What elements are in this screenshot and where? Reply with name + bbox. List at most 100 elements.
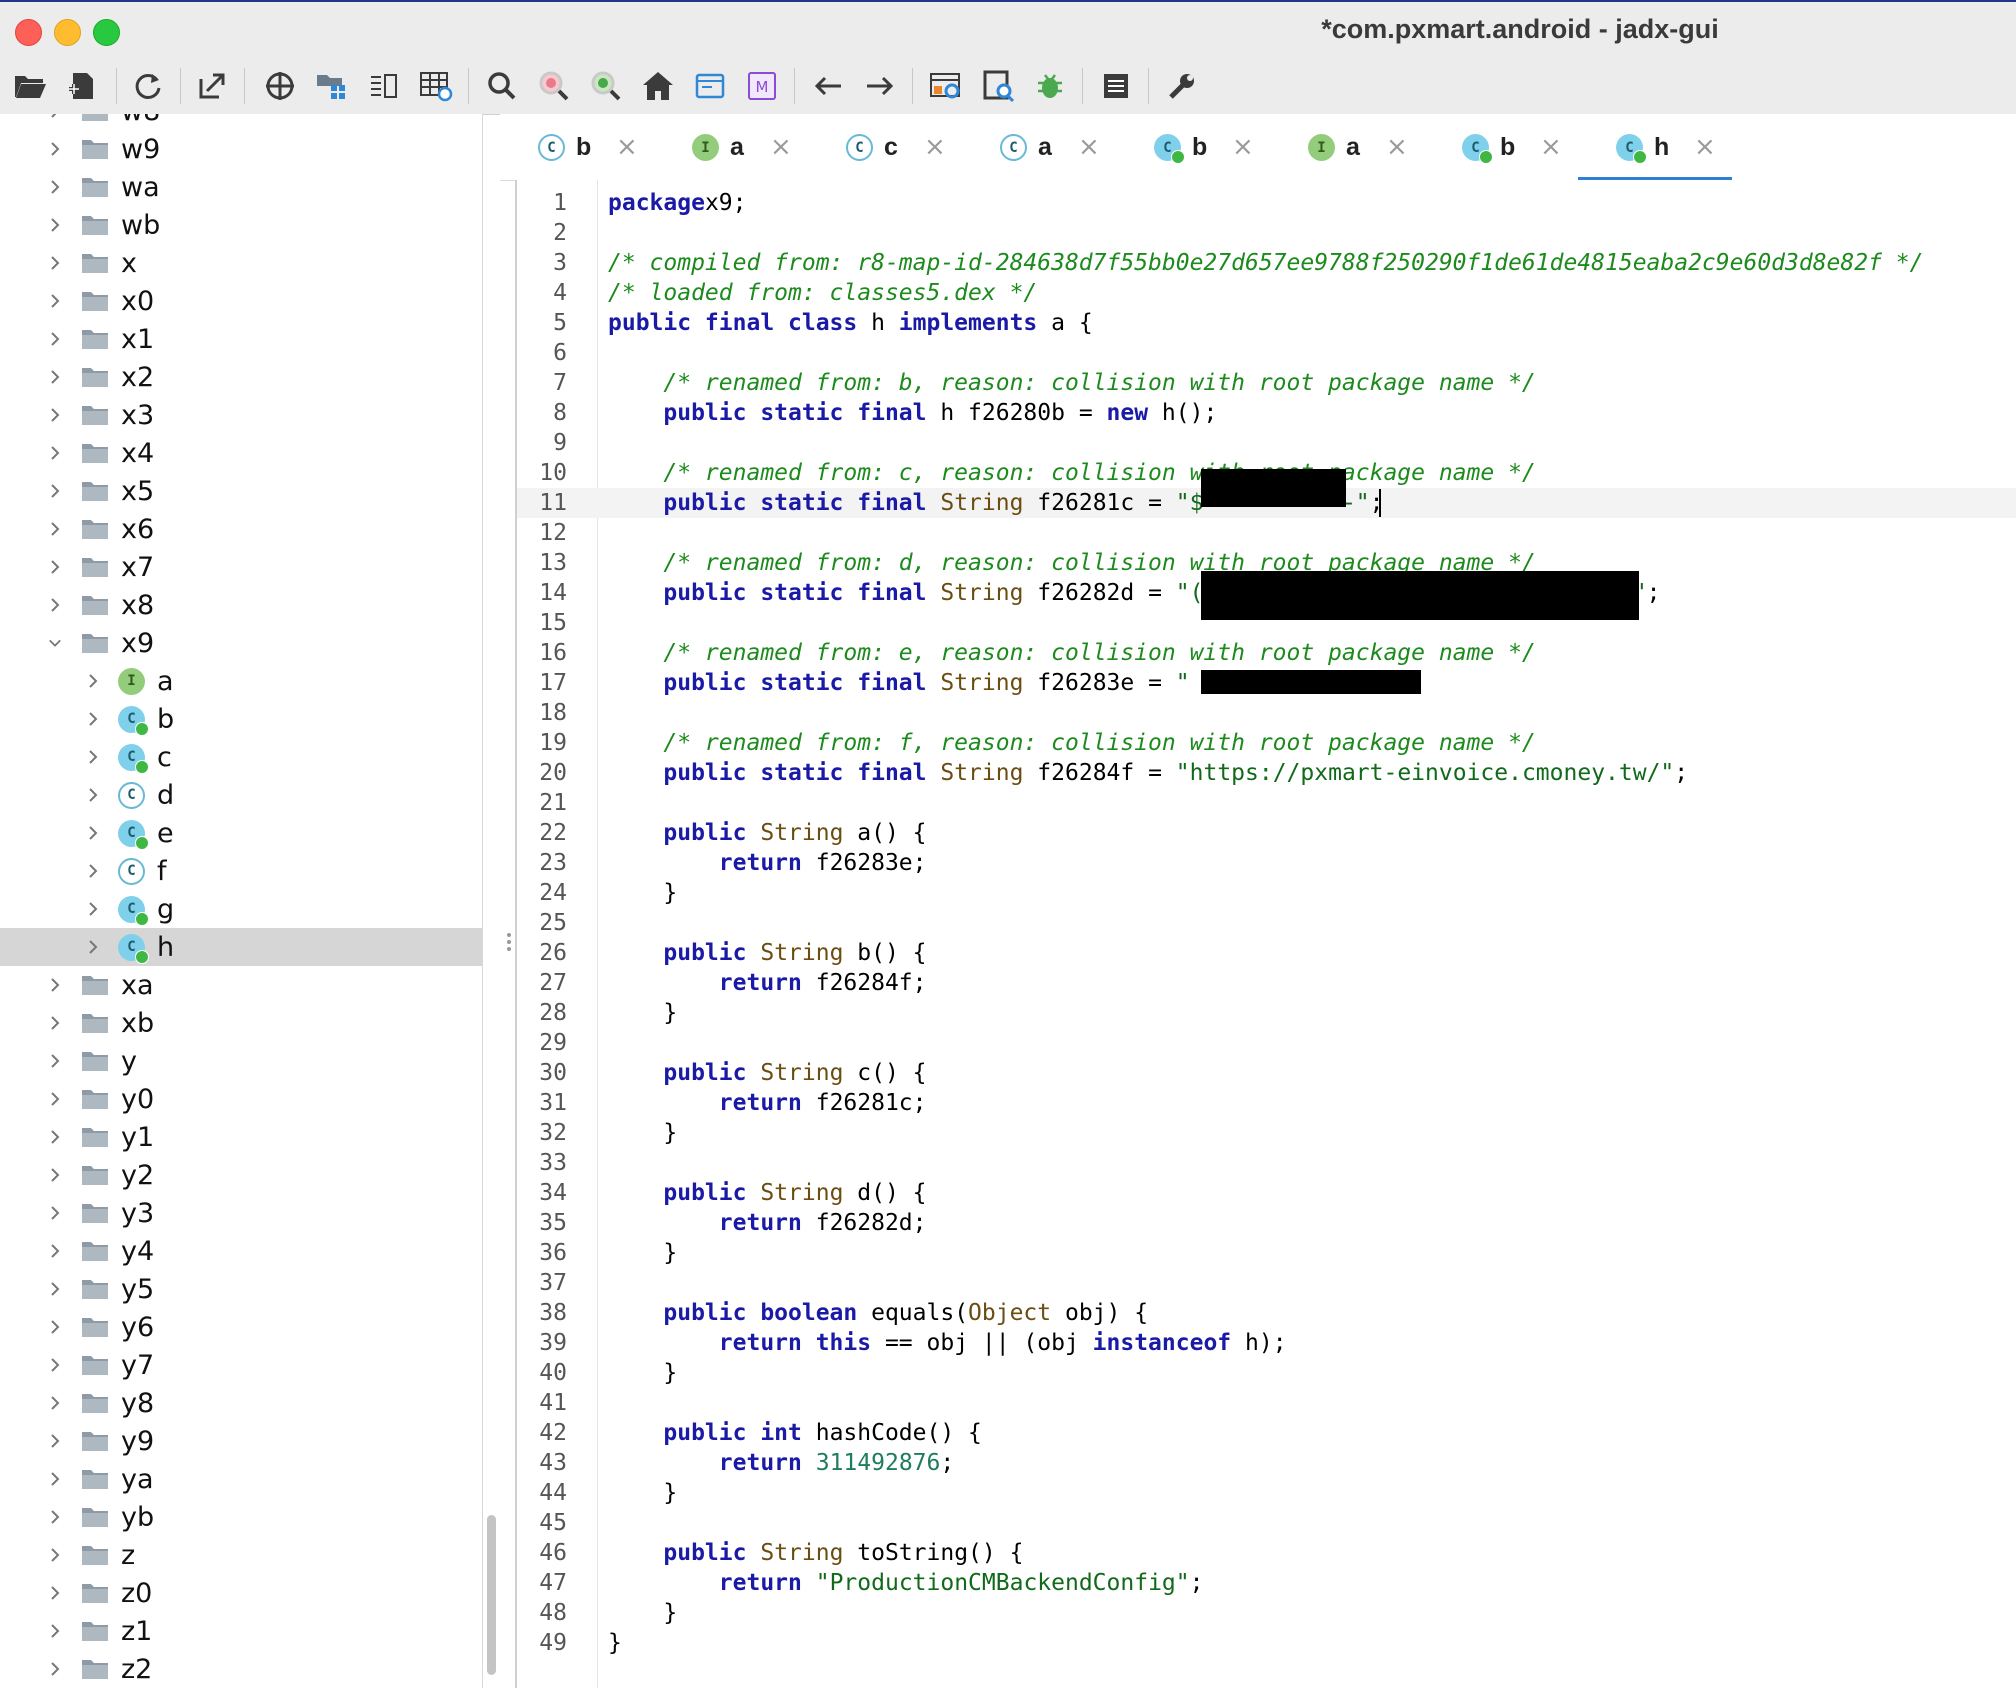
chevron-right-icon[interactable] <box>48 1548 62 1562</box>
code-line[interactable]: 16 /* renamed from: e, reason: collision… <box>517 638 2016 668</box>
code-line[interactable]: 4 /* loaded from: classes5.dex */ <box>517 278 2016 308</box>
tree-package-item[interactable]: x3 <box>0 396 482 434</box>
splitter-handle[interactable] <box>506 930 512 960</box>
tree-class-item[interactable]: Cc <box>0 738 482 776</box>
chevron-right-icon[interactable] <box>48 978 62 992</box>
chevron-right-icon[interactable] <box>48 484 62 498</box>
tree-class-item[interactable]: Cb <box>0 700 482 738</box>
code-line[interactable]: 1 packagex9; <box>517 188 2016 218</box>
tree-package-item[interactable]: z0 <box>0 1574 482 1612</box>
tree-package-item[interactable]: yb <box>0 1498 482 1536</box>
code-line[interactable]: 32 } <box>517 1118 2016 1148</box>
back-icon[interactable] <box>808 66 848 106</box>
chevron-right-icon[interactable] <box>48 1320 62 1334</box>
tree-class-item[interactable]: Cf <box>0 852 482 890</box>
tree-scrollbar[interactable] <box>487 1515 496 1675</box>
zoom-window-button[interactable] <box>93 19 120 46</box>
quark-icon[interactable] <box>978 66 1018 106</box>
editor-tab[interactable]: Ca × <box>962 124 1116 172</box>
chevron-right-icon[interactable] <box>48 1130 62 1144</box>
tree-class-item[interactable]: Cg <box>0 890 482 928</box>
home-icon[interactable] <box>638 66 678 106</box>
export-icon[interactable] <box>192 66 232 106</box>
editor-tab[interactable]: Cc × <box>808 124 962 172</box>
show-log-icon[interactable] <box>690 66 730 106</box>
code-line[interactable]: 44 } <box>517 1478 2016 1508</box>
tab-close-icon[interactable]: × <box>1694 132 1716 162</box>
settings-icon[interactable] <box>1162 66 1202 106</box>
code-line[interactable]: 41 <box>517 1388 2016 1418</box>
chevron-right-icon[interactable] <box>48 332 62 346</box>
code-line[interactable]: 42 public int hashCode() { <box>517 1418 2016 1448</box>
code-line[interactable]: 5 public final class h implements a { <box>517 308 2016 338</box>
code-line[interactable]: 39 return this == obj || (obj instanceof… <box>517 1328 2016 1358</box>
code-editor[interactable]: 1 packagex9; 2 3/* compiled from: r8-map-id… <box>515 180 2016 1688</box>
editor-tab[interactable]: Ch × <box>1578 124 1732 182</box>
tree-package-item[interactable]: y9 <box>0 1422 482 1460</box>
tree-package-item[interactable]: x9 <box>0 624 482 662</box>
minimize-window-button[interactable] <box>54 19 81 46</box>
tree-package-item[interactable]: y0 <box>0 1080 482 1118</box>
code-line[interactable]: 21 <box>517 788 2016 818</box>
tree-package-item[interactable]: x1 <box>0 320 482 358</box>
code-line[interactable]: 23 return f26283e; <box>517 848 2016 878</box>
chevron-right-icon[interactable] <box>48 408 62 422</box>
deobfuscation-icon[interactable] <box>926 66 966 106</box>
chevron-right-icon[interactable] <box>48 294 62 308</box>
chevron-right-icon[interactable] <box>48 1282 62 1296</box>
close-window-button[interactable] <box>15 19 42 46</box>
flatten-packages-icon[interactable] <box>312 66 352 106</box>
editor-tab[interactable]: Ia × <box>654 124 808 172</box>
chevron-right-icon[interactable] <box>48 180 62 194</box>
tree-package-item[interactable]: y5 <box>0 1270 482 1308</box>
code-line[interactable]: 6 <box>517 338 2016 368</box>
chevron-right-icon[interactable] <box>86 712 100 726</box>
tree-package-item[interactable]: x4 <box>0 434 482 472</box>
tree-class-item[interactable]: Cd <box>0 776 482 814</box>
tree-package-item[interactable]: x0 <box>0 282 482 320</box>
tree-package-item[interactable]: y1 <box>0 1118 482 1156</box>
chevron-right-icon[interactable] <box>48 256 62 270</box>
tab-close-icon[interactable]: × <box>924 132 946 162</box>
code-line[interactable]: 20 public static final String f26284f = … <box>517 758 2016 788</box>
chevron-right-icon[interactable] <box>48 1244 62 1258</box>
code-line[interactable]: 12 <box>517 518 2016 548</box>
code-line[interactable]: 27 return f26284f; <box>517 968 2016 998</box>
show-hierarchy-icon[interactable] <box>364 66 404 106</box>
editor-tab[interactable]: Cb × <box>1116 124 1270 172</box>
tree-package-item[interactable]: x7 <box>0 548 482 586</box>
code-line[interactable]: 3 /* compiled from: r8-map-id-284638d7f55… <box>517 248 2016 278</box>
debug-icon[interactable] <box>1030 66 1070 106</box>
chevron-right-icon[interactable] <box>48 1358 62 1372</box>
tree-package-item[interactable]: y7 <box>0 1346 482 1384</box>
chevron-right-icon[interactable] <box>48 446 62 460</box>
tree-package-item[interactable]: wb <box>0 206 482 244</box>
sync-icon[interactable] <box>260 66 300 106</box>
tree-package-item[interactable]: x2 <box>0 358 482 396</box>
tree-package-item[interactable]: z1 <box>0 1612 482 1650</box>
tab-close-icon[interactable]: × <box>770 132 792 162</box>
chevron-right-icon[interactable] <box>86 940 100 954</box>
tree-package-item[interactable]: y3 <box>0 1194 482 1232</box>
chevron-right-icon[interactable] <box>48 1016 62 1030</box>
chevron-right-icon[interactable] <box>48 1054 62 1068</box>
chevron-right-icon[interactable] <box>48 1206 62 1220</box>
code-line[interactable]: 2 <box>517 218 2016 248</box>
code-line[interactable]: 28 } <box>517 998 2016 1028</box>
code-line[interactable]: 36 } <box>517 1238 2016 1268</box>
editor-tab[interactable]: Ia × <box>1270 124 1424 172</box>
chevron-right-icon[interactable] <box>86 826 100 840</box>
tree-package-item[interactable]: y2 <box>0 1156 482 1194</box>
tree-package-item[interactable]: x5 <box>0 472 482 510</box>
search-icon[interactable] <box>482 66 522 106</box>
smali-icon[interactable]: M <box>742 66 782 106</box>
code-line[interactable]: 19 /* renamed from: f, reason: collision… <box>517 728 2016 758</box>
code-line[interactable]: 25 <box>517 908 2016 938</box>
tree-package-item[interactable]: x6 <box>0 510 482 548</box>
preferences-table-icon[interactable] <box>416 66 456 106</box>
chevron-right-icon[interactable] <box>86 902 100 916</box>
code-line[interactable]: 37 <box>517 1268 2016 1298</box>
chevron-right-icon[interactable] <box>48 598 62 612</box>
tree-package-item[interactable]: w8 <box>0 114 482 130</box>
code-line[interactable]: 30 public String c() { <box>517 1058 2016 1088</box>
